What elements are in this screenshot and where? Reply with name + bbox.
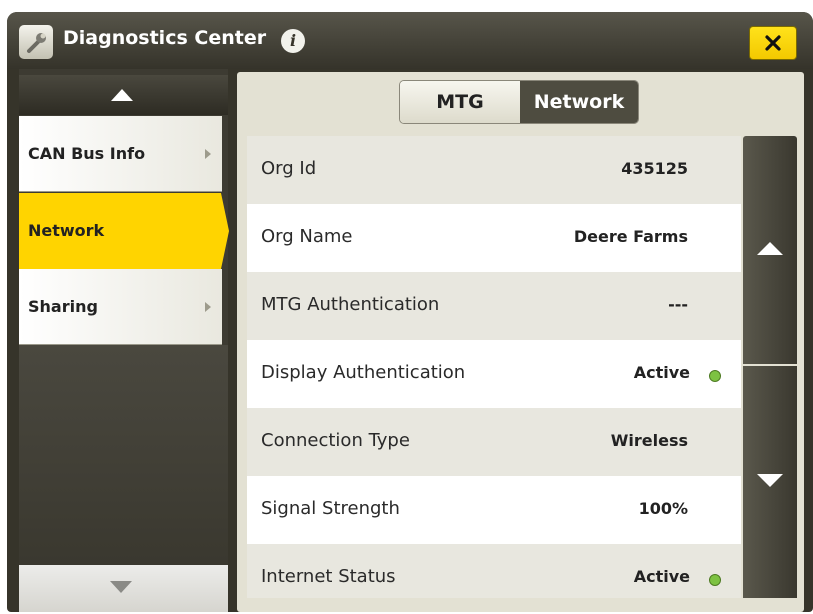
row-label: Display Authentication bbox=[261, 362, 466, 383]
sidebar-scroll-up-button[interactable] bbox=[19, 75, 228, 115]
sidebar-item-can-bus-info[interactable]: CAN Bus Info bbox=[19, 116, 222, 192]
row-label: Signal Strength bbox=[261, 498, 400, 519]
row-value: 100% bbox=[638, 499, 688, 518]
row-value: Deere Farms bbox=[573, 227, 688, 246]
status-indicator-icon bbox=[709, 370, 721, 382]
window-title: Diagnostics Center bbox=[63, 27, 267, 49]
close-icon bbox=[765, 35, 781, 51]
info-icon[interactable]: i bbox=[281, 29, 305, 53]
chevron-right-icon bbox=[205, 149, 211, 159]
wrench-icon bbox=[19, 25, 53, 59]
chevron-right-icon bbox=[205, 302, 211, 312]
network-info-list: Org Id 435125 Org Name Deere Farms MTG A… bbox=[247, 136, 741, 598]
row-label: Internet Status bbox=[261, 566, 396, 587]
sidebar-item-label: CAN Bus Info bbox=[28, 144, 146, 163]
diagnostics-window: Diagnostics Center i CAN Bus Info Networ… bbox=[7, 12, 813, 612]
arrow-down-icon bbox=[110, 581, 132, 593]
list-scroll-down-button[interactable] bbox=[743, 366, 797, 598]
list-item-connection-type: Connection Type Wireless bbox=[247, 408, 741, 476]
list-item-org-id: Org Id 435125 bbox=[247, 136, 741, 204]
title-bar: Diagnostics Center i bbox=[7, 12, 813, 69]
list-item-org-name: Org Name Deere Farms bbox=[247, 204, 741, 272]
list-item-signal-strength: Signal Strength 100% bbox=[247, 476, 741, 544]
arrow-up-icon bbox=[111, 89, 133, 101]
row-label: Org Id bbox=[261, 158, 317, 179]
sidebar-item-label: Network bbox=[28, 221, 105, 240]
sidebar-item-network[interactable]: Network bbox=[19, 193, 229, 269]
tab-bar: MTG Network bbox=[399, 80, 639, 124]
sidebar-empty-area bbox=[19, 345, 228, 565]
row-value: --- bbox=[668, 295, 688, 314]
row-value: 435125 bbox=[621, 159, 688, 178]
row-value: Active bbox=[633, 567, 690, 586]
tab-mtg[interactable]: MTG bbox=[400, 81, 520, 123]
sidebar-item-label: Sharing bbox=[28, 297, 98, 316]
row-label: MTG Authentication bbox=[261, 294, 440, 315]
arrow-down-icon bbox=[757, 474, 783, 487]
arrow-up-icon bbox=[757, 242, 783, 255]
list-item-internet-status: Internet Status Active bbox=[247, 544, 741, 598]
sidebar: CAN Bus Info Network Sharing bbox=[19, 69, 229, 612]
close-button[interactable] bbox=[749, 26, 797, 60]
list-item-display-authentication: Display Authentication Active bbox=[247, 340, 741, 408]
row-label: Connection Type bbox=[261, 430, 410, 451]
sidebar-scroll-down-button[interactable] bbox=[19, 565, 228, 612]
sidebar-item-sharing[interactable]: Sharing bbox=[19, 269, 222, 345]
row-value: Wireless bbox=[610, 431, 688, 450]
status-indicator-icon bbox=[709, 574, 721, 586]
row-value: Active bbox=[633, 363, 690, 382]
row-label: Org Name bbox=[261, 226, 353, 247]
tab-network[interactable]: Network bbox=[520, 81, 638, 123]
network-panel: MTG Network Org Id 435125 Org Name Deere… bbox=[237, 72, 804, 612]
list-item-mtg-authentication: MTG Authentication --- bbox=[247, 272, 741, 340]
list-scroll-up-button[interactable] bbox=[743, 136, 797, 364]
